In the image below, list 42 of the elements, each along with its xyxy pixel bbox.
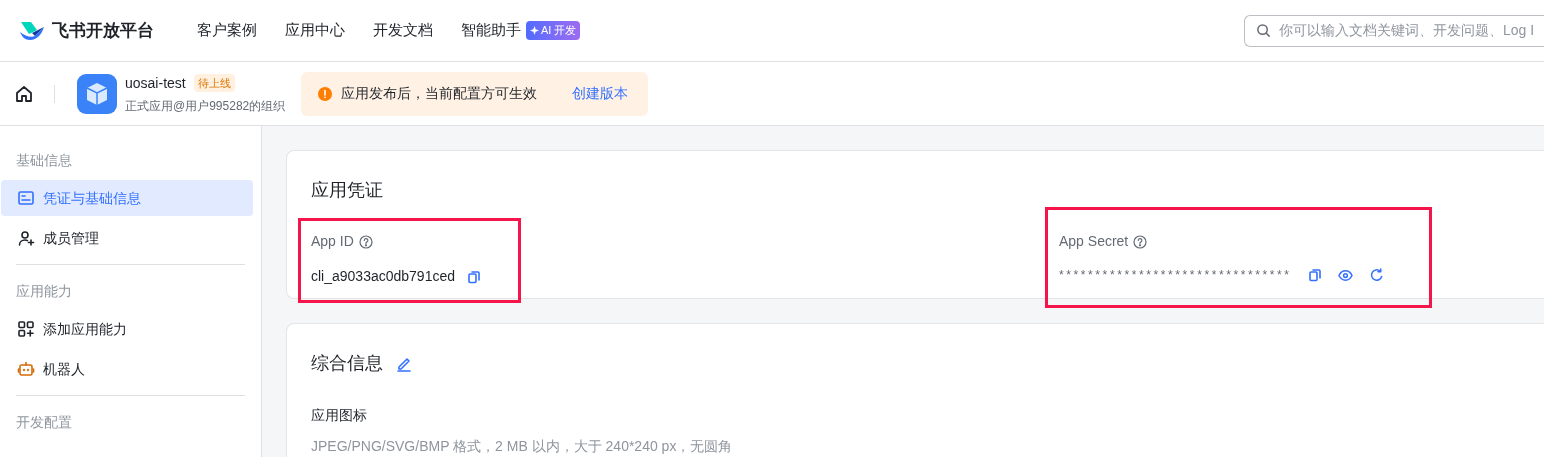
sidebar-group-title: 应用能力 <box>16 282 73 301</box>
copy-icon[interactable] <box>1307 268 1322 282</box>
warning-icon <box>317 85 334 102</box>
nav-link[interactable]: 开发文档 <box>373 19 433 42</box>
robot-icon <box>17 360 35 378</box>
sidebar-item[interactable]: 成员管理 <box>1 220 253 256</box>
nav-link[interactable]: 智能助手 AI 开发 <box>461 19 581 42</box>
app-secret-value: ******************************** <box>1059 267 1292 284</box>
eye-icon[interactable] <box>1337 267 1353 283</box>
id-card-icon <box>17 189 35 207</box>
apps-add-icon <box>17 320 35 338</box>
app-id-value: cli_a9033ac0db791ced <box>311 267 455 286</box>
notice-text: 应用发布后，当前配置方可生效 <box>341 84 538 103</box>
sidebar-item[interactable]: 添加应用能力 <box>1 311 253 347</box>
add-user-icon <box>17 229 35 247</box>
sidebar-group-title: 基础信息 <box>15 151 73 170</box>
logo-icon <box>18 19 46 42</box>
help-icon[interactable] <box>358 234 373 249</box>
copy-icon[interactable] <box>467 269 481 284</box>
status-tag: 待上线 <box>193 73 235 93</box>
sidebar-item[interactable]: 凭证与基础信息 <box>1 180 253 216</box>
help-icon[interactable] <box>1133 234 1148 249</box>
refresh-icon[interactable] <box>1368 267 1384 283</box>
app-subtitle: 正式应用@用户995282的组织 <box>125 97 286 115</box>
field-label: App ID <box>311 232 354 251</box>
section-title: 综合信息 <box>311 352 383 375</box>
sidebar-group-title: 开发配置 <box>16 413 73 432</box>
home-icon[interactable] <box>14 83 34 104</box>
section-title: 应用凭证 <box>311 179 383 202</box>
field-label: App Secret <box>1059 232 1129 251</box>
search-field[interactable]: 你可以输入文档关键词、开发问题、Log I <box>1244 14 1544 47</box>
search-icon <box>1256 23 1271 38</box>
nav-link[interactable]: 应用中心 <box>285 19 345 42</box>
field-label: 应用图标 <box>311 406 368 425</box>
app-name: uosai-test <box>125 73 186 93</box>
sidebar-item[interactable]: 机器人 <box>1 351 253 387</box>
app-avatar-icon <box>77 73 117 114</box>
nav-link[interactable]: 客户案例 <box>197 19 257 42</box>
hint-text: JPEG/PNG/SVG/BMP 格式，2 MB 以内，大于 240*240 px，无圆角 <box>311 437 734 456</box>
ai-badge: AI 开发 <box>526 21 581 40</box>
create-version-link[interactable]: 创建版本 <box>572 83 629 104</box>
platform-title: 飞书开放平台 <box>52 19 154 42</box>
